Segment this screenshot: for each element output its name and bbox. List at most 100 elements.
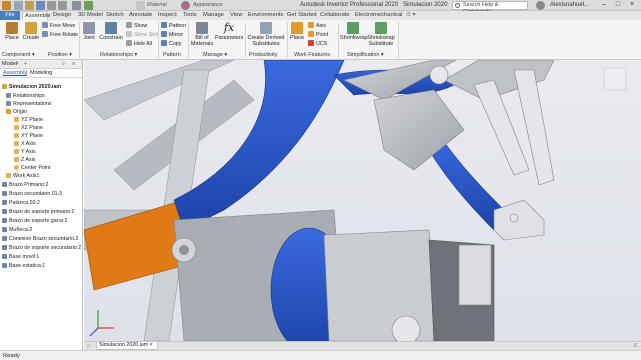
tab-menu-icon[interactable]: ≡ [633, 343, 637, 349]
joint-button[interactable]: Joint [81, 22, 97, 41]
panel-position[interactable]: Position ▾ [48, 52, 72, 58]
tree-item-base-movil[interactable]: Base movil:1 [2, 253, 39, 261]
document-tab-simulacion[interactable]: Simulacion 2020.iam × [96, 342, 158, 350]
tree-item-xz-plane[interactable]: XZ Plane [14, 124, 43, 132]
point-button[interactable]: Point [308, 31, 328, 39]
tab-assemble[interactable]: Assemble [22, 11, 50, 20]
close-icon[interactable]: × [626, 1, 638, 10]
browser-add-icon[interactable]: + [24, 61, 27, 67]
tree-item-xy-plane[interactable]: XY Plane [14, 132, 43, 140]
save-icon[interactable] [36, 1, 45, 10]
tree-item-palanca[interactable]: Palanca 03:2 [2, 199, 40, 207]
tree-item-relationships[interactable]: Relationships [6, 92, 45, 100]
browser-close-icon[interactable]: × [16, 61, 19, 67]
parameters-button[interactable]: fx Parameters [215, 22, 243, 42]
tab-electromechanical[interactable]: Electromechanical [353, 11, 404, 20]
tree-item-yz-plane[interactable]: YZ Plane [14, 116, 43, 124]
tree-item-brazo-soporte-secundario[interactable]: Brazo de soporte secundario:2 [2, 244, 81, 252]
joint-pin[interactable] [429, 65, 449, 85]
tree-item-assembly-root[interactable]: Simulacion 2020.iam [2, 83, 61, 91]
gripper-jaw[interactable] [493, 199, 545, 241]
pattern-button[interactable]: Pattern [161, 22, 186, 30]
tree-item-brazo-soporte-primario[interactable]: Brazo de soporte primario:2 [2, 208, 74, 216]
user-name[interactable]: Alexisnahuel... [550, 2, 589, 8]
panel-manage[interactable]: Manage ▾ [203, 52, 227, 58]
tab-close-icon[interactable]: × [150, 342, 153, 348]
axis-button[interactable]: Axis [308, 22, 326, 30]
tree-item-work-axis[interactable]: Work Axis1 [6, 172, 39, 180]
create-button[interactable]: Create [22, 22, 40, 41]
minimize-icon[interactable]: – [598, 1, 610, 10]
tree-item-origin[interactable]: Origin [6, 108, 27, 116]
shrinkwrap-button[interactable]: Shrinkwrap [340, 22, 368, 41]
tab-collaborate[interactable]: Collaborate [318, 11, 352, 20]
mirror-button[interactable]: Mirror [161, 31, 183, 39]
browser-menu-icon[interactable]: ≡ [72, 61, 75, 67]
update-icon[interactable] [84, 1, 93, 10]
joint-pin[interactable] [509, 213, 519, 223]
tab-annotate[interactable]: Annotate [127, 11, 154, 20]
tab-view[interactable]: View [228, 11, 244, 20]
browser-search-icon[interactable]: ⌕ [62, 61, 65, 68]
cad-model[interactable] [84, 60, 641, 341]
view-cube[interactable] [603, 67, 627, 91]
tree-item-center-point[interactable]: Center Point [14, 164, 50, 172]
return-icon[interactable] [72, 1, 81, 10]
tree-item-representations[interactable]: Representations [6, 100, 52, 108]
tree-item-brazo-secundario[interactable]: Brazo secundario 01:3 [2, 190, 62, 198]
plane-button[interactable]: Plane [289, 22, 305, 41]
bill-of-materials-button[interactable]: Bill of Materials [190, 22, 214, 47]
home-icon[interactable]: ⌂ [87, 343, 91, 349]
app-logo-icon[interactable] [2, 1, 11, 10]
constrain-button[interactable]: Constrain [98, 22, 124, 41]
cable-gland[interactable] [391, 315, 421, 341]
ucs-button[interactable]: UCS [308, 40, 327, 48]
hide-all-button[interactable]: Hide All [126, 40, 152, 48]
free-rotate-button[interactable]: Free Rotate [42, 31, 78, 39]
panel-simplification[interactable]: Simplification ▾ [347, 52, 384, 58]
user-icon[interactable] [536, 1, 545, 10]
new-icon[interactable] [14, 1, 23, 10]
tab-get-started[interactable]: Get Started [285, 11, 319, 20]
material-dropdown[interactable]: Material [147, 2, 179, 10]
tree-item-y-axis[interactable]: Y Axis [14, 148, 36, 156]
redo-icon[interactable] [58, 1, 67, 10]
tab-environments[interactable]: Environments [246, 11, 285, 20]
tree-item-conexion-brazo[interactable]: Conexion Brazo secundario:2 [2, 235, 79, 243]
search-input[interactable]: Search Help & Commands... [452, 1, 528, 15]
shrinkwrap-icon [347, 22, 359, 34]
place-button[interactable]: Place [3, 22, 21, 41]
panel-component[interactable]: Component ▾ [2, 52, 35, 58]
shrinkwrap-substitute-button[interactable]: Shrinkwrap Substitute [366, 22, 396, 47]
graphics-viewport[interactable] [84, 60, 641, 341]
tab-3d-model[interactable]: 3D Model [76, 11, 105, 20]
tab-design[interactable]: Design [51, 11, 73, 20]
tab-sketch[interactable]: Sketch [104, 11, 126, 20]
copy-button[interactable]: Copy [161, 40, 181, 48]
show-button[interactable]: Show [126, 22, 147, 30]
ribbon-options-icon[interactable]: ⊙ ▾ [404, 11, 417, 20]
show-sick-button[interactable]: Show Sick [126, 31, 159, 39]
create-derived-substitutes-button[interactable]: Create Derived Substitutes [247, 22, 285, 47]
material-swatch-icon[interactable] [136, 1, 145, 10]
tab-tools[interactable]: Tools [181, 11, 199, 20]
tab-inspect[interactable]: Inspect [156, 11, 179, 20]
tree-item-x-axis[interactable]: X Axis [14, 140, 36, 148]
maximize-icon[interactable]: □ [612, 1, 624, 10]
tree-item-brazo-primario[interactable]: Brazo Primario:2 [2, 181, 48, 189]
tab-file[interactable]: File [0, 11, 20, 20]
motor-connector[interactable] [458, 244, 492, 306]
undo-icon[interactable] [47, 1, 56, 10]
tree-item-z-axis[interactable]: Z Axis [14, 156, 35, 164]
tree-item-base-estatica[interactable]: Base estatica:1 [2, 262, 45, 270]
tab-manage[interactable]: Manage [201, 11, 226, 20]
free-move-button[interactable]: Free Move [42, 22, 75, 30]
browser-tab-modeling[interactable]: Modeling [30, 70, 52, 76]
browser-tab-assembly[interactable]: Assembly [3, 70, 27, 76]
appearance-icon[interactable] [181, 1, 190, 10]
panel-relationships[interactable]: Relationships ▾ [100, 52, 137, 58]
appearance-dropdown[interactable]: Appearance [193, 2, 233, 10]
tree-item-brazo-soporte-garra[interactable]: Brazo de soporte garra:2 [2, 217, 68, 225]
open-icon[interactable] [25, 1, 34, 10]
tree-item-muneca[interactable]: Muñeca:2 [2, 226, 32, 234]
